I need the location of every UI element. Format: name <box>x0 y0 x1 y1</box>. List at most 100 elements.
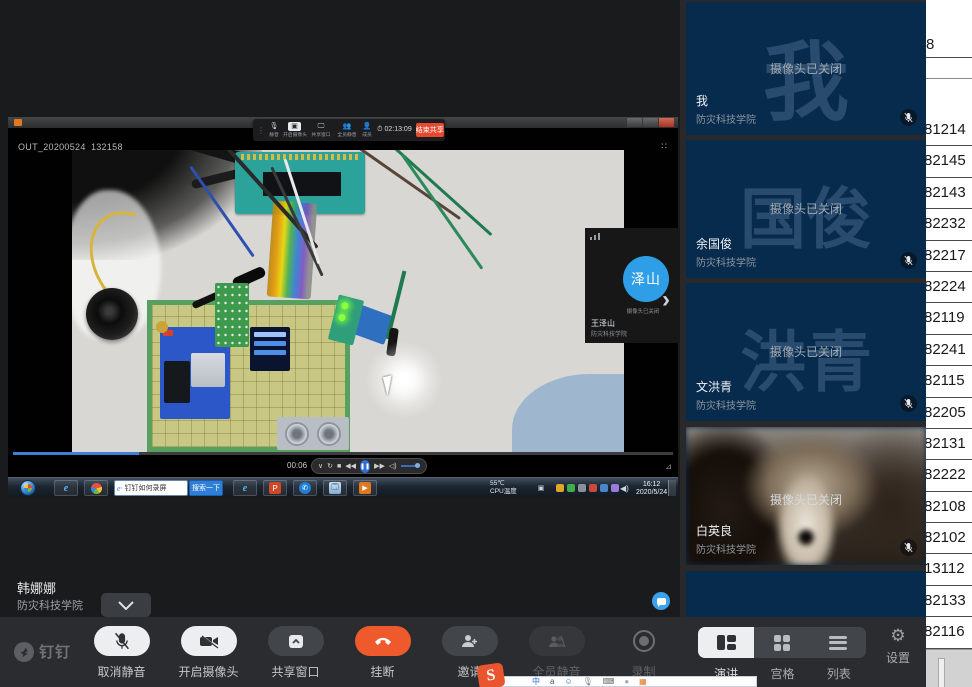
share-members-button[interactable]: 👤 成员 <box>361 122 373 138</box>
signal-bars-icon <box>590 233 600 240</box>
sogou-logo-icon[interactable]: S <box>476 662 505 687</box>
speaker <box>86 288 138 340</box>
pause-button[interactable]: ❚❚ <box>360 460 370 473</box>
windows-start-button[interactable] <box>20 480 36 496</box>
stop-icon[interactable]: ■ <box>337 463 341 470</box>
table-border <box>918 78 972 79</box>
settings-button[interactable]: ⚙ 设置 <box>876 627 920 666</box>
camera-on-button[interactable]: 开启摄像头 <box>165 626 252 680</box>
rewind-icon[interactable]: ◀◀ <box>345 463 356 470</box>
maximize-button[interactable] <box>643 118 658 127</box>
participant-tile[interactable]: 我 摄像头已关闭 我 防灾科技学院 <box>686 2 926 135</box>
forward-icon[interactable]: ▶▶ <box>374 463 385 470</box>
student-id-cell: 82108 <box>924 492 972 523</box>
participant-org: 防灾科技学院 <box>696 397 756 412</box>
record-icon <box>633 630 655 652</box>
minimize-button[interactable] <box>627 118 642 127</box>
photo-viewer-taskbar-icon[interactable]: 🗔 <box>323 480 347 496</box>
volume-tray-icon[interactable]: ◀) <box>620 480 629 496</box>
hang-up-button[interactable]: 挂断 <box>339 626 426 680</box>
participant-tile[interactable]: 国俊 摄像头已关闭 余国俊 防灾科技学院 <box>686 140 926 278</box>
ime-mic-icon[interactable]: 🎙 <box>583 678 593 686</box>
ie-taskbar-icon[interactable]: e <box>233 480 257 496</box>
powerpoint-taskbar-icon[interactable]: P <box>263 480 287 496</box>
participant-tile[interactable]: 摄像头已关闭 白英良 防灾科技学院 <box>686 427 926 565</box>
participant-name: 我 <box>696 92 708 109</box>
student-id-cell: 82102 <box>924 523 972 554</box>
camera-off-text: 摄像头已关闭 <box>686 491 926 508</box>
participant-org: 防灾科技学院 <box>696 541 756 556</box>
volume-icon[interactable]: ◁) <box>389 463 397 470</box>
metal-shield <box>191 353 225 387</box>
share-camera-button[interactable]: ▣ 开启摄像头 <box>282 122 307 138</box>
student-id-cell: 82224 <box>924 272 972 303</box>
share-window-button[interactable]: 🖵 共享窗口 <box>309 122 333 138</box>
participant-name: 余国俊 <box>696 235 732 252</box>
speaker-view-button[interactable] <box>698 627 754 658</box>
repeat-icon[interactable]: ↻ <box>327 463 333 470</box>
search-go-button[interactable]: 搜索一下 <box>189 480 223 496</box>
playback-progress-bar[interactable] <box>13 452 673 455</box>
participant-name: 白英良 <box>696 522 732 539</box>
name-watermark: 泽山 <box>686 599 926 617</box>
collapse-chevron-button[interactable] <box>101 593 151 617</box>
system-tray[interactable] <box>556 480 619 496</box>
drag-handle[interactable]: ⋮ <box>257 126 265 135</box>
player-app-icon <box>14 119 22 126</box>
tray-icon[interactable]: ▣ <box>536 480 546 496</box>
gear-icon: ⚙ <box>890 627 905 644</box>
expand-chevron-icon[interactable]: › <box>662 283 680 317</box>
list-view-button[interactable] <box>810 627 866 658</box>
chat-button[interactable] <box>652 592 670 610</box>
media-app-taskbar-icon[interactable] <box>84 480 108 496</box>
show-desktop-button[interactable] <box>668 480 676 496</box>
elapsed-time: 00:06 <box>287 461 307 470</box>
participant-tile-partial[interactable]: 泽山 <box>686 571 926 617</box>
shared-media-player-window: OUT_20200524_132158 ∷ <box>8 117 678 497</box>
record-button[interactable]: 录制 <box>600 626 687 680</box>
people-icon: 👥 <box>343 122 352 131</box>
ie-taskbar-icon[interactable]: e <box>54 480 78 496</box>
ime-keyboard-icon[interactable]: ⌨ <box>603 678 615 686</box>
mic-muted-icon <box>900 109 917 126</box>
mute-all-button[interactable]: 全员静音 <box>513 626 600 680</box>
mic-muted-icon <box>114 632 130 650</box>
ime-emoji-icon[interactable]: ☺ <box>564 678 572 686</box>
ime-more-icon[interactable]: ● <box>624 678 629 686</box>
ultrasonic-transducer <box>317 422 341 446</box>
unmute-button[interactable]: 取消静音 <box>78 626 165 680</box>
speaker-view-icon <box>717 635 736 650</box>
grid-view-button[interactable] <box>754 627 810 658</box>
ime-skin-icon[interactable]: ▦ <box>639 678 647 686</box>
jumper-wire <box>401 153 484 269</box>
table-border <box>918 57 972 58</box>
ime-letter-icon[interactable]: a <box>550 678 554 686</box>
dingtalk-taskbar-icon[interactable]: ✆ <box>293 480 317 496</box>
screen-share-toolbar: ⋮ 🎙 静音 ▣ 开启摄像头 🖵 共享窗口 👥 全员静音 👤 成员 ⏱ 02:1 <box>253 119 445 141</box>
share-window-button[interactable]: 共享窗口 <box>252 626 339 680</box>
volume-slider[interactable] <box>401 465 420 467</box>
taskbar-search-box[interactable]: e· 钉钉如何录屏 <box>114 480 188 496</box>
scrollbar[interactable] <box>938 658 945 687</box>
share-mute-button[interactable]: 🎙 静音 <box>268 122 280 138</box>
main-stage: OUT_20200524_132158 ∷ <box>0 0 680 617</box>
student-id-cell: 82241 <box>924 335 972 366</box>
taskbar-clock[interactable]: 16:12 2020/5/24 <box>636 480 667 496</box>
student-id-cell: 82217 <box>924 241 972 272</box>
video-area: OUT_20200524_132158 ∷ <box>8 128 678 452</box>
ime-toolbar[interactable]: 中 a ☺ 🎙 ⌨ ● ▦ <box>497 676 757 687</box>
playlist-grid-icon[interactable]: ∷ <box>661 141 668 152</box>
student-id-cell: 82145 <box>924 146 972 177</box>
end-share-button[interactable]: 结束共享 <box>416 123 444 137</box>
dingtalk-meeting-window: 8 81214821458214382232822178222482119822… <box>0 0 972 687</box>
student-id-cell: 82116 <box>924 617 972 648</box>
share-mute-all-button[interactable]: 👥 全员静音 <box>335 122 359 138</box>
grid-view-icon <box>774 635 790 651</box>
participant-tile[interactable]: 洪青 摄像头已关闭 文洪青 防灾科技学院 <box>686 283 926 421</box>
camera-off-text: 摄像头已关闭 <box>686 200 926 217</box>
close-button[interactable] <box>659 118 674 127</box>
fullscreen-icon[interactable]: ⊿ <box>665 462 672 471</box>
menu-icon[interactable]: ∨ <box>318 463 323 470</box>
ime-mode-icon[interactable]: 中 <box>532 678 540 686</box>
media-player-taskbar-icon[interactable]: ▶ <box>353 480 377 496</box>
